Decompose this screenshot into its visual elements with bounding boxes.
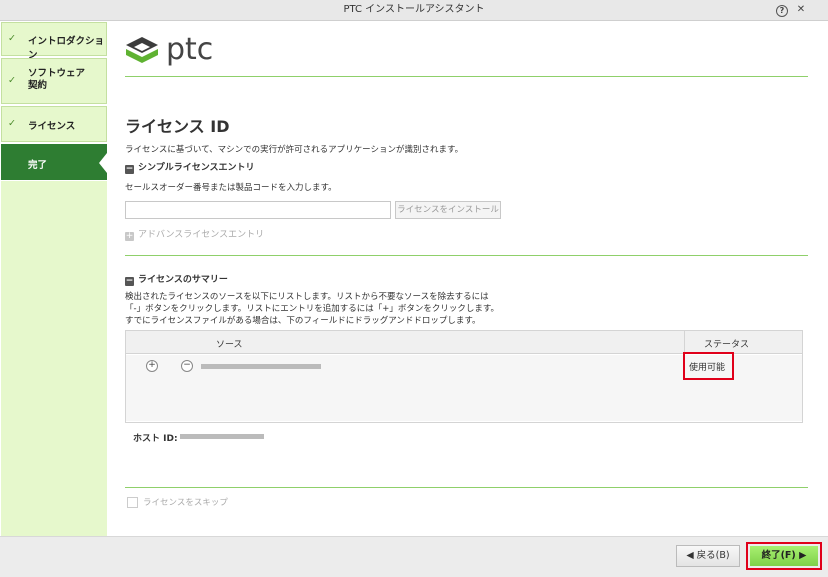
sidebar-item-software-agreement[interactable]: ✓ ソフトウェア 契約 [1,58,107,104]
remove-source-button[interactable]: − [181,360,193,372]
table-header: ソース ステータス [126,331,802,354]
back-button[interactable]: ◀ 戻る(B) [676,545,740,567]
highlight-box [683,352,734,380]
summary-line: 検出されたライセンスのソースを以下にリストします。リストから不要なソースを除去す… [125,292,489,302]
collapse-icon: − [125,276,134,286]
host-id-redacted [180,434,264,439]
finish-button[interactable]: 終了(F) ▶ [750,546,818,566]
footer: ◀ 戻る(B) 終了(F) ▶ [0,536,828,577]
collapse-icon: − [125,164,134,174]
help-icon[interactable]: ? [776,5,788,17]
check-icon: ✓ [8,33,16,44]
section-label: シンプルライセンスエントリ [138,163,255,173]
column-header-source: ソース [216,340,243,350]
simple-license-entry-heading[interactable]: − シンプルライセンスエントリ [125,160,255,174]
divider [125,76,808,77]
add-source-button[interactable]: + [146,360,158,372]
summary-line: 「-」ボタンをクリックします。リストにエントリを追加するには「+」ボタンをクリッ… [125,304,499,314]
sidebar-item-label: 完了 [28,160,48,171]
summary-line: すでにライセンスファイルがある場合は、下のフィールドにドラッグアンドドロップしま… [125,316,481,326]
window-title: PTC インストールアシスタント [343,4,485,15]
source-path-redacted [201,364,321,369]
divider [125,255,808,256]
page-description: ライセンスに基づいて、マシンでの実行が許可されるアプリケーションが識別されます。 [125,145,464,155]
advanced-license-entry-heading[interactable]: + アドバンスライセンスエントリ [125,227,264,241]
expand-icon: + [125,231,134,241]
close-icon[interactable]: ✕ [794,3,808,17]
section-label: ライセンスのサマリー [138,275,228,285]
license-summary-heading[interactable]: − ライセンスのサマリー [125,272,228,286]
check-icon: ✓ [8,118,16,129]
install-license-button[interactable]: ライセンスをインストール [395,201,501,219]
section-label: アドバンスライセンスエントリ [138,230,265,240]
simple-entry-instruction: セールスオーダー番号または製品コードを入力します。 [125,183,337,193]
sidebar-background [1,181,107,536]
column-divider [684,331,685,353]
skip-license-label: ライセンスをスキップ [143,498,228,508]
sidebar-item-label: ライセンス [28,121,76,132]
logo-text: ptc [166,32,214,67]
sidebar-item-license[interactable]: ✓ ライセンス [1,106,107,142]
sidebar-item-label: イントロダクション [28,36,105,61]
skip-license-checkbox[interactable] [127,497,138,508]
title-bar: PTC インストールアシスタント ? ✕ [0,0,828,21]
sidebar: ✓ イントロダクション ✓ ソフトウェア 契約 ✓ ライセンス 完了 [0,21,108,536]
divider [125,487,808,488]
order-number-input[interactable] [125,201,391,219]
check-icon: ✓ [8,75,16,86]
sidebar-item-complete[interactable]: 完了 [1,144,107,180]
column-header-status: ステータス [704,340,750,350]
page-title: ライセンス ID [125,117,230,136]
sidebar-item-label: ソフトウェア 契約 [28,68,86,91]
host-id-label: ホスト ID: [133,434,178,444]
finish-button-highlight: 終了(F) ▶ [746,542,822,570]
ptc-logo-icon [126,37,158,63]
sidebar-item-introduction[interactable]: ✓ イントロダクション [1,22,107,61]
